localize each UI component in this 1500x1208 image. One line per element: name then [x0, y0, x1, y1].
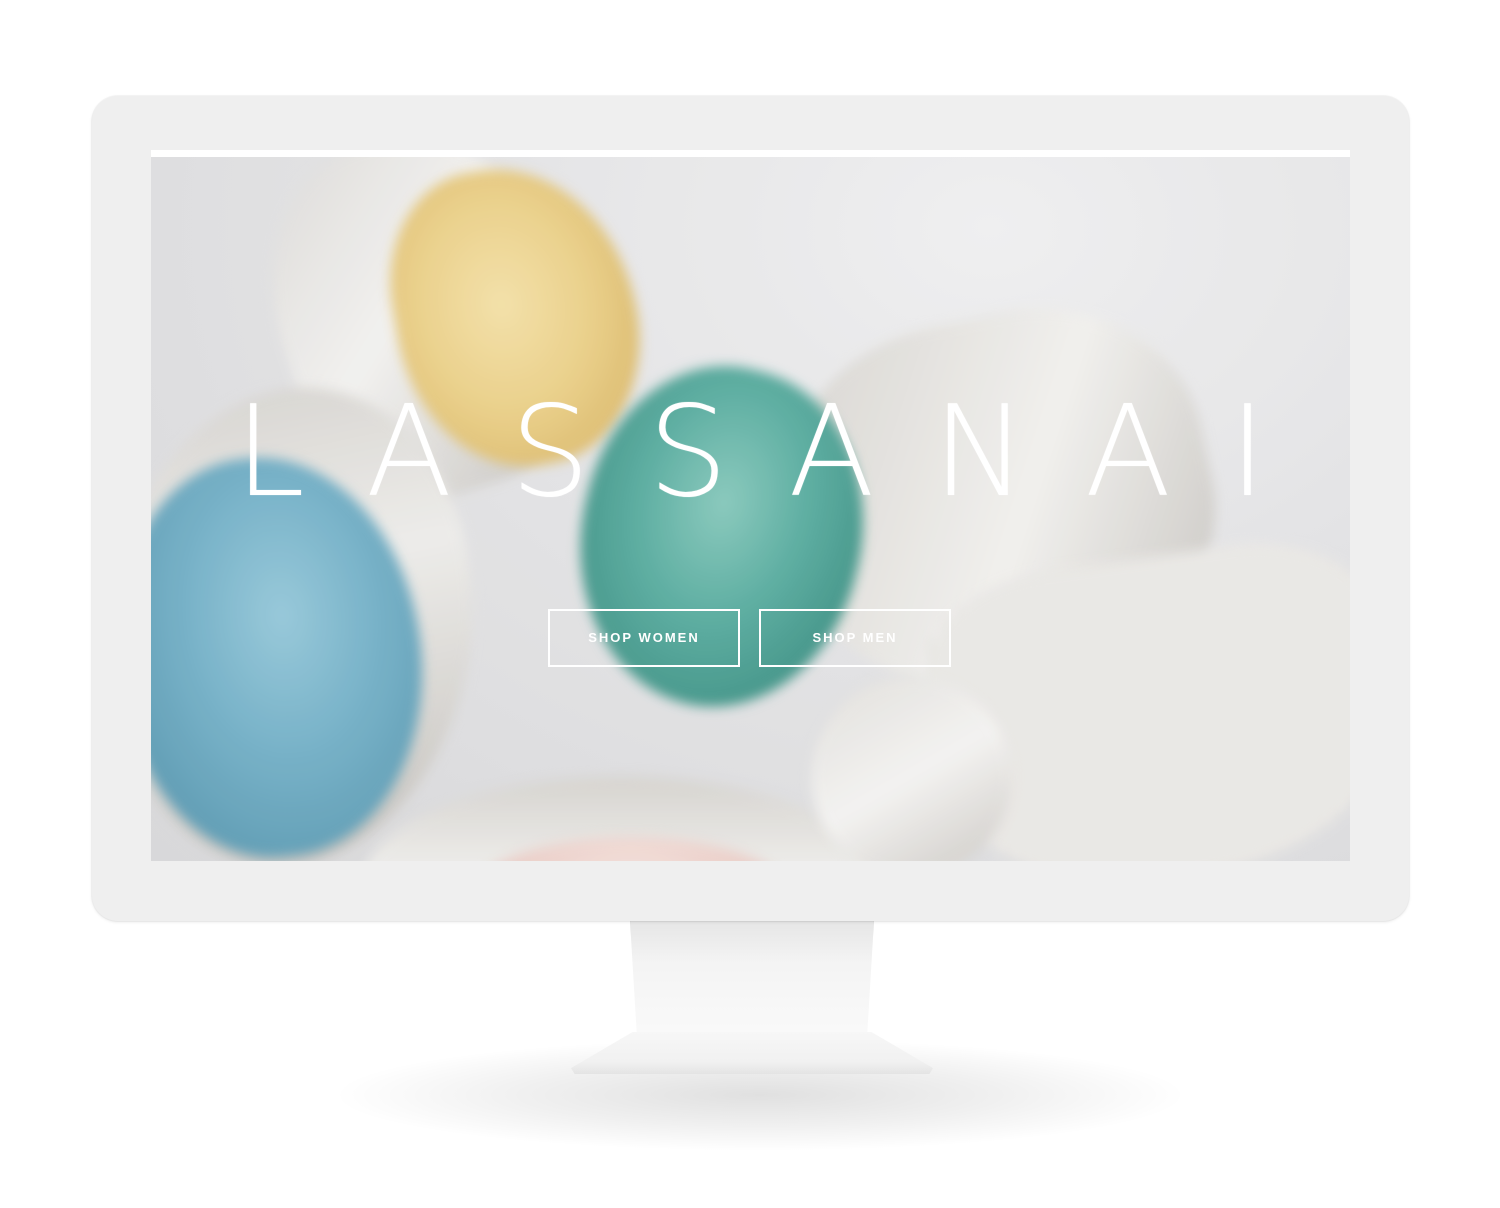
monitor-stand-base — [571, 1032, 933, 1074]
shop-men-button[interactable]: SHOP MEN — [759, 609, 951, 667]
shop-women-button[interactable]: SHOP WOMEN — [548, 609, 740, 667]
hero-background-photo: LASSANAI SHOP WOMEN SHOP MEN — [151, 157, 1350, 861]
mockup-stage: LASSANAI SHOP WOMEN SHOP MEN — [0, 0, 1500, 1208]
monitor-stand-neck — [630, 921, 874, 1043]
browser-top-strip — [151, 150, 1350, 157]
hero-cta-group: SHOP WOMEN SHOP MEN — [548, 609, 953, 668]
brand-logo-text: LASSANAI — [234, 378, 1325, 525]
monitor-screen: LASSANAI SHOP WOMEN SHOP MEN — [151, 150, 1350, 861]
